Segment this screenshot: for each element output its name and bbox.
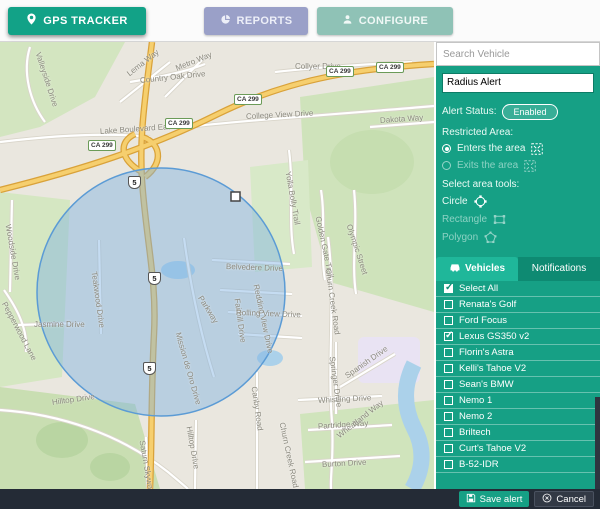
circle-resize-handle[interactable] bbox=[231, 192, 240, 201]
vehicle-checkbox[interactable] bbox=[444, 412, 453, 421]
tool-polygon[interactable]: Polygon bbox=[442, 231, 594, 244]
radio-selected-icon bbox=[442, 144, 451, 153]
vehicle-checkbox[interactable] bbox=[444, 300, 453, 309]
vehicle-label: Ford Focus bbox=[459, 315, 507, 326]
car-icon bbox=[449, 262, 461, 275]
search-vehicle-input[interactable] bbox=[436, 42, 600, 66]
vehicle-row[interactable]: Nemo 1 bbox=[436, 393, 600, 409]
top-nav: GPS TRACKER REPORTS CONFIGURE bbox=[0, 0, 600, 42]
vehicle-label: Curt's Tahoe V2 bbox=[459, 443, 526, 454]
vehicle-checkbox[interactable] bbox=[444, 284, 453, 293]
tab-vehicles[interactable]: Vehicles bbox=[436, 257, 518, 281]
vehicle-row[interactable]: Lexus GS350 v2 bbox=[436, 329, 600, 345]
vehicle-row[interactable]: Sean's BMW bbox=[436, 377, 600, 393]
area-tools-label: Select area tools: bbox=[442, 179, 594, 190]
cancel-x-icon bbox=[542, 493, 552, 506]
tab-reports[interactable]: REPORTS bbox=[204, 7, 308, 35]
tab-label: Notifications bbox=[532, 263, 586, 274]
tab-label: CONFIGURE bbox=[359, 15, 429, 27]
polygon-tool-icon bbox=[484, 231, 497, 244]
tab-label: GPS TRACKER bbox=[43, 15, 127, 27]
vehicle-checkbox[interactable] bbox=[444, 380, 453, 389]
tool-rectangle[interactable]: Rectangle bbox=[442, 213, 594, 226]
vehicle-label: Florin's Astra bbox=[459, 347, 514, 358]
vehicle-label: Sean's BMW bbox=[459, 379, 514, 390]
map-canvas[interactable]: Valleyside DriveLema WayMetro WayCountry… bbox=[0, 42, 434, 489]
option-label: Enters the area bbox=[457, 143, 525, 154]
tab-gps-tracker[interactable]: GPS TRACKER bbox=[8, 7, 146, 35]
vehicle-row[interactable]: Select All bbox=[436, 281, 600, 297]
alert-settings-panel: Alert Status: Enabled Restricted Area: E… bbox=[436, 66, 600, 249]
tab-label: REPORTS bbox=[237, 15, 293, 27]
tab-label: Vehicles bbox=[465, 263, 505, 274]
vehicle-row[interactable]: Nemo 2 bbox=[436, 409, 600, 425]
option-label: Exits the area bbox=[457, 160, 518, 171]
radio-unselected-icon bbox=[442, 161, 451, 170]
bottom-action-bar: Save alert Cancel bbox=[0, 489, 600, 509]
vehicle-checkbox[interactable] bbox=[444, 316, 453, 325]
vehicle-checkbox[interactable] bbox=[444, 364, 453, 373]
vehicle-label: Renata's Golf bbox=[459, 299, 516, 310]
user-config-icon bbox=[342, 14, 353, 28]
enter-area-icon bbox=[531, 143, 543, 155]
rectangle-tool-icon bbox=[493, 213, 506, 226]
vehicle-label: Nemo 2 bbox=[459, 411, 492, 422]
sidebar-tabs: Vehicles Notifications bbox=[436, 257, 600, 281]
vehicle-checkbox[interactable] bbox=[444, 332, 453, 341]
vehicle-label: Select All bbox=[459, 283, 498, 294]
vehicle-row[interactable]: Ford Focus bbox=[436, 313, 600, 329]
vehicle-label: B-52-IDR bbox=[459, 459, 499, 470]
tool-label: Rectangle bbox=[442, 214, 487, 225]
vehicle-list-scrollbar[interactable] bbox=[595, 397, 600, 489]
vehicle-list: Select All Renata's Golf Ford Focus Lexu… bbox=[436, 281, 600, 490]
vehicle-label: Kelli's Tahoe V2 bbox=[459, 363, 526, 374]
alert-status-row: Alert Status: Enabled bbox=[442, 104, 594, 120]
tab-notifications[interactable]: Notifications bbox=[518, 257, 600, 281]
restricted-area-label: Restricted Area: bbox=[442, 127, 594, 138]
alert-status-toggle[interactable]: Enabled bbox=[502, 104, 557, 120]
vehicle-label: Briltech bbox=[459, 427, 491, 438]
map-background bbox=[0, 42, 434, 489]
restricted-exits-option[interactable]: Exits the area bbox=[442, 160, 594, 172]
tool-label: Circle bbox=[442, 196, 468, 207]
exit-area-icon bbox=[524, 160, 536, 172]
tool-label: Polygon bbox=[442, 232, 478, 243]
vehicle-checkbox[interactable] bbox=[444, 460, 453, 469]
tab-configure[interactable]: CONFIGURE bbox=[317, 7, 453, 35]
vehicle-label: Lexus GS350 v2 bbox=[459, 331, 529, 342]
vehicle-row[interactable]: Curt's Tahoe V2 bbox=[436, 441, 600, 457]
alert-status-label: Alert Status: bbox=[442, 106, 496, 117]
vehicle-row[interactable]: Briltech bbox=[436, 425, 600, 441]
alert-name-input[interactable] bbox=[442, 73, 594, 93]
button-label: Save alert bbox=[480, 494, 523, 505]
vehicle-row[interactable]: B-52-IDR bbox=[436, 457, 600, 473]
vehicle-checkbox[interactable] bbox=[444, 348, 453, 357]
circle-tool-icon bbox=[474, 195, 487, 208]
save-alert-button[interactable]: Save alert bbox=[459, 491, 530, 507]
vehicle-row[interactable]: Kelli's Tahoe V2 bbox=[436, 361, 600, 377]
alert-radius-circle[interactable] bbox=[37, 168, 285, 416]
vehicle-checkbox[interactable] bbox=[444, 396, 453, 405]
tool-circle[interactable]: Circle bbox=[442, 195, 594, 208]
cancel-button[interactable]: Cancel bbox=[534, 491, 594, 507]
vehicle-row[interactable]: Renata's Golf bbox=[436, 297, 600, 313]
vehicle-checkbox[interactable] bbox=[444, 444, 453, 453]
restricted-enters-option[interactable]: Enters the area bbox=[442, 143, 594, 155]
alert-config-sidebar: Alert Status: Enabled Restricted Area: E… bbox=[434, 42, 600, 489]
pie-chart-icon bbox=[220, 14, 231, 28]
vehicle-label: Nemo 1 bbox=[459, 395, 492, 406]
vehicle-checkbox[interactable] bbox=[444, 428, 453, 437]
save-floppy-icon bbox=[466, 493, 476, 506]
app-window: GPS TRACKER REPORTS CONFIGURE bbox=[0, 0, 600, 509]
button-label: Cancel bbox=[556, 494, 586, 505]
vehicle-row[interactable]: Florin's Astra bbox=[436, 345, 600, 361]
gps-pin-icon bbox=[26, 13, 37, 28]
